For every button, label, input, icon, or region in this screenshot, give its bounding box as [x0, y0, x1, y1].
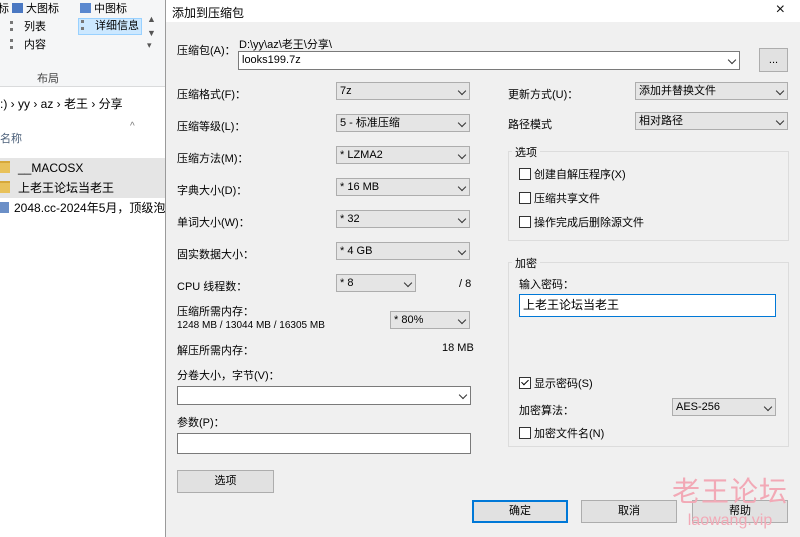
method-select[interactable]: * LZMA2: [336, 146, 470, 164]
solid-select[interactable]: * 4 GB: [336, 242, 470, 260]
params-label: 参数(P)：: [177, 417, 225, 429]
format-label: 压缩格式(F)：: [177, 89, 247, 101]
chevron-down-icon: [457, 118, 467, 128]
watermark: 老王论坛 laowang.vip: [672, 470, 788, 530]
chevron-down-icon[interactable]: [727, 55, 737, 65]
watermark-url: laowang.vip: [687, 512, 773, 529]
shared-checkbox[interactable]: 压缩共享文件: [519, 192, 600, 206]
checkbox-icon: [519, 427, 531, 439]
encryption-group-title: 加密: [512, 255, 540, 271]
enc-method-select[interactable]: AES-256: [672, 398, 776, 416]
params-input[interactable]: [177, 433, 471, 454]
dialog-title: 添加到压缩包: [172, 6, 245, 20]
archive-name-value: looks199.7z: [242, 54, 301, 66]
chevron-down-icon: [457, 86, 467, 96]
threads-max: / 8: [459, 278, 472, 290]
method-label: 压缩方法(M)：: [177, 153, 249, 165]
archive-icon: [0, 202, 9, 213]
sfx-checkbox[interactable]: 创建自解压程序(X): [519, 168, 626, 182]
chevron-down-icon: [457, 150, 467, 160]
password-label: 输入密码：: [519, 279, 574, 291]
decomp-label: 解压所需内存：: [177, 345, 254, 357]
archive-dir: D:\yy\az\老王\分享\: [239, 39, 332, 51]
format-select[interactable]: 7z: [336, 82, 470, 100]
encrypt-names-checkbox[interactable]: 加密文件名(N): [519, 427, 604, 441]
ribbon-layout-group: 标 大图标 中图标 列表 详细信息 内容 ▲ ▼ ▾ 布局: [0, 0, 165, 87]
watermark-title: 老王论坛: [671, 475, 788, 508]
browse-button[interactable]: ...: [759, 48, 788, 72]
word-label: 单词大小(W)：: [177, 217, 250, 229]
enc-method-label: 加密算法：: [519, 405, 574, 417]
memory-label: 压缩所需内存：: [177, 306, 254, 318]
chevron-down-icon: [457, 246, 467, 256]
update-label: 更新方式(U)：: [508, 89, 579, 101]
close-icon[interactable]: ×: [776, 1, 785, 19]
ribbon-scroll-up-icon[interactable]: ▲: [147, 14, 156, 24]
list-icon: [10, 21, 21, 31]
ribbon-medium-icons[interactable]: 中图标: [80, 2, 127, 17]
ribbon-expand-icon[interactable]: ▾: [147, 40, 152, 51]
path-mode-select[interactable]: 相对路径: [635, 112, 788, 130]
archive-name-combo[interactable]: looks199.7z: [238, 51, 740, 70]
split-label: 分卷大小，字节(V)：: [177, 370, 280, 382]
chevron-down-icon: [457, 214, 467, 224]
ribbon-scroll-down-icon[interactable]: ▼: [147, 28, 156, 38]
file-row[interactable]: 2048.cc-2024年5月，顶级泡: [0, 198, 165, 218]
ribbon-item-partial[interactable]: 标: [0, 2, 9, 17]
level-label: 压缩等级(L)：: [177, 121, 246, 133]
chevron-down-icon: [457, 315, 467, 325]
ribbon-large-icons[interactable]: 大图标: [12, 2, 59, 17]
large-icons-icon: [12, 3, 23, 13]
delete-source-checkbox[interactable]: 操作完成后删除源文件: [519, 216, 644, 230]
memory-detail: 1248 MB / 13044 MB / 16305 MB: [177, 320, 325, 331]
content-icon: [10, 39, 21, 49]
chevron-down-icon: [403, 278, 413, 288]
memory-select[interactable]: * 80%: [390, 311, 470, 329]
medium-icons-icon: [80, 3, 91, 13]
checkbox-checked-icon: [519, 377, 531, 389]
show-password-checkbox[interactable]: 显示密码(S): [519, 377, 593, 391]
sort-up-icon: ^: [130, 121, 135, 132]
dialog-titlebar[interactable]: 添加到压缩包 ×: [166, 0, 800, 22]
folder-icon: [0, 181, 10, 193]
password-input[interactable]: 上老王论坛当老王: [519, 294, 776, 317]
address-bar[interactable]: :) › yy › az › 老王 › 分享: [0, 94, 165, 114]
level-select[interactable]: 5 - 标准压缩: [336, 114, 470, 132]
column-header-name[interactable]: 名称: [0, 130, 22, 146]
dict-select[interactable]: * 16 MB: [336, 178, 470, 196]
folder-icon: [0, 161, 10, 173]
decomp-value: 18 MB: [442, 342, 474, 354]
checkbox-icon: [519, 192, 531, 204]
checkbox-icon: [519, 168, 531, 180]
path-mode-label: 路径模式: [508, 119, 552, 131]
file-explorer-window: 标 大图标 中图标 列表 详细信息 内容 ▲ ▼ ▾ 布局 :) › yy › …: [0, 0, 165, 537]
dict-label: 字典大小(D)：: [177, 185, 248, 197]
chevron-down-icon: [458, 390, 468, 400]
file-row[interactable]: __MACOSX: [0, 158, 165, 178]
ribbon-content[interactable]: 内容: [10, 38, 46, 53]
options-group-title: 选项: [512, 144, 540, 160]
archive-label: 压缩包(A)：: [177, 45, 236, 57]
ribbon-group-label: 布局: [37, 73, 59, 85]
threads-label: CPU 线程数：: [177, 281, 248, 293]
file-row[interactable]: 上老王论坛当老王: [0, 178, 165, 198]
solid-label: 固实数据大小：: [177, 249, 254, 261]
cancel-button[interactable]: 取消: [581, 500, 677, 523]
ribbon-list[interactable]: 列表: [10, 20, 46, 35]
update-select[interactable]: 添加并替换文件: [635, 82, 788, 100]
details-icon: [81, 20, 92, 30]
options-button[interactable]: 选项: [177, 470, 274, 493]
threads-select[interactable]: * 8: [336, 274, 416, 292]
chevron-down-icon: [775, 116, 785, 126]
chevron-down-icon: [763, 402, 773, 412]
chevron-down-icon: [775, 86, 785, 96]
chevron-down-icon: [457, 182, 467, 192]
ok-button[interactable]: 确定: [472, 500, 568, 523]
checkbox-icon: [519, 216, 531, 228]
split-combo[interactable]: [177, 386, 471, 405]
word-select[interactable]: * 32: [336, 210, 470, 228]
add-to-archive-dialog: 添加到压缩包 × 压缩包(A)： D:\yy\az\老王\分享\ looks19…: [165, 0, 800, 537]
ribbon-details[interactable]: 详细信息: [78, 18, 142, 35]
